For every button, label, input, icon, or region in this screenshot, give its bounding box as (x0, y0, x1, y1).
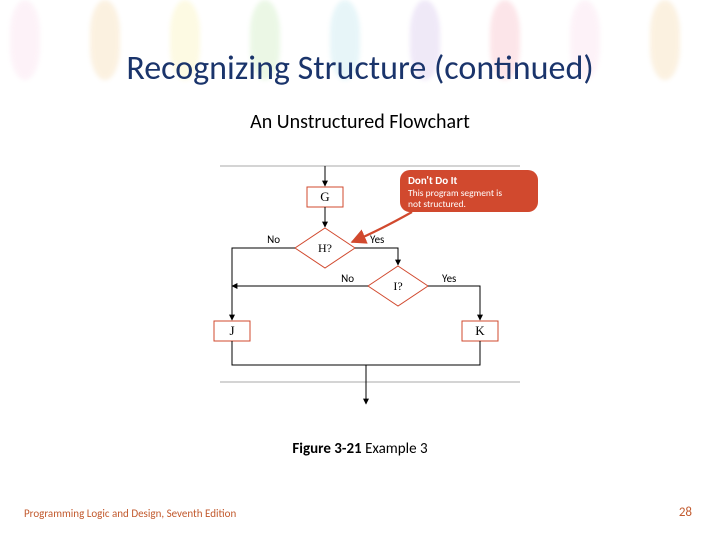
node-j-label: J (229, 323, 234, 338)
page-subtitle: An Unstructured Flowchart (0, 110, 720, 134)
i-yes-label: Yes (442, 272, 456, 285)
callout-head: Don't Do It (408, 174, 458, 187)
flowchart-figure: G H? No Yes I? No Yes J K Don't Do It Th… (160, 160, 560, 420)
footer-book-title: Programming Logic and Design, Seventh Ed… (24, 507, 236, 520)
node-i-label: I? (393, 279, 402, 293)
dont-do-it-callout: Don't Do It This program segment is not … (352, 170, 538, 242)
caption-rest: Example 3 (362, 440, 428, 458)
node-k-label: K (475, 323, 485, 338)
page-number: 28 (679, 505, 692, 520)
callout-body2: not structured. (408, 198, 466, 210)
node-g-label: G (320, 189, 329, 204)
figure-caption: Figure 3-21 Example 3 (0, 440, 720, 458)
i-no-label: No (341, 272, 354, 285)
h-yes-label: Yes (370, 233, 384, 246)
node-h-label: H? (318, 241, 332, 255)
caption-bold: Figure 3-21 (292, 440, 361, 458)
h-no-label: No (267, 233, 280, 246)
page-title: Recognizing Structure (continued) (0, 48, 720, 89)
